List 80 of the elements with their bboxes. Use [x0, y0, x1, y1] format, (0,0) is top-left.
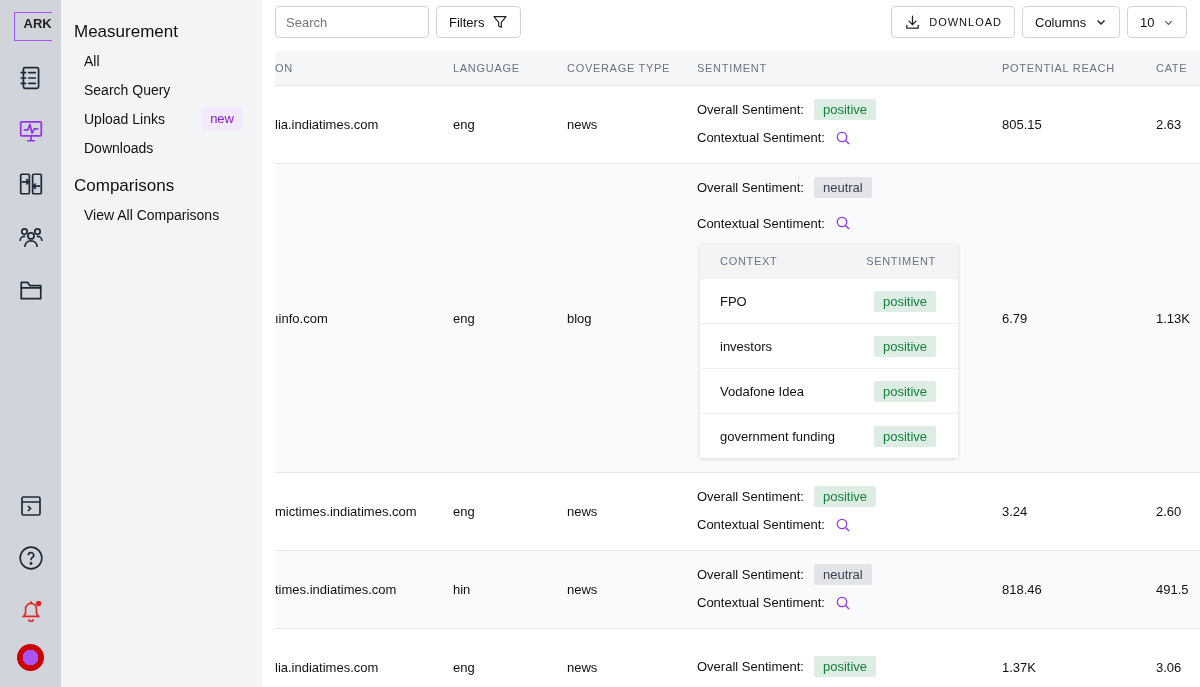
sentiment-label: Contextual Sentiment:	[697, 517, 825, 532]
sentiment-tag: positive	[813, 656, 876, 677]
logo[interactable]: ARK	[13, 12, 52, 41]
table-cell: FPO	[720, 293, 747, 309]
column-header: CATE	[1156, 62, 1189, 74]
nav-link[interactable]: View All Comparisons	[84, 206, 220, 223]
sentiment-label: Overall Sentiment:	[697, 567, 804, 582]
filter-icon	[492, 14, 509, 30]
sentiment-tag: positive	[873, 425, 936, 447]
table-cell-text: 1.37K	[1002, 660, 1037, 675]
sentiment-label: Contextual Sentiment:	[697, 215, 825, 231]
table-cell-text: 3.06	[1156, 660, 1183, 675]
nav-link[interactable]: All	[84, 52, 100, 69]
download-icon	[904, 13, 922, 31]
table-cell-text: 818.46	[1002, 582, 1043, 597]
compare-arrows-icon[interactable]	[17, 171, 44, 197]
help-icon[interactable]	[17, 545, 44, 571]
sentiment-tag: positive	[873, 290, 936, 312]
download-button[interactable]: DOWNLOAD	[891, 6, 1015, 38]
table-cell-text: times.indiatimes.com	[275, 582, 398, 597]
sentiment-label: Overall Sentiment:	[697, 659, 804, 674]
page-size-dropdown[interactable]: 10	[1127, 6, 1187, 38]
column-header: COVERAGE TYPE	[567, 62, 672, 74]
sentiment-label: Overall Sentiment:	[697, 102, 804, 117]
columns-dropdown[interactable]: Columns	[1022, 6, 1120, 38]
section-heading: Comparisons	[74, 176, 176, 196]
sentiment-tag: neutral	[813, 564, 872, 585]
filters-button[interactable]: Filters	[436, 6, 522, 38]
table-cell-text: eng	[453, 660, 476, 675]
monitor-chart-icon[interactable]	[17, 118, 44, 144]
avatar[interactable]	[17, 644, 44, 671]
table-cell: Vodafone Idea	[720, 383, 804, 399]
table-cell-text: news	[567, 660, 599, 675]
nav-link[interactable]: Search Query	[84, 81, 171, 98]
nav-link[interactable]: Downloads	[84, 139, 154, 156]
table-cell-text: 2.60	[1156, 504, 1183, 519]
table-cell-text: mictimes.indiatimes.com	[275, 504, 418, 519]
table-cell-text: 805.15	[1002, 117, 1043, 132]
sentiment-tag: positive	[873, 335, 936, 357]
table-cell-text: 491.5	[1156, 582, 1190, 597]
sentiment-label: Overall Sentiment:	[697, 179, 804, 195]
terminal-window-icon[interactable]	[18, 494, 43, 518]
table-cell: government funding	[720, 428, 835, 444]
sentiment-tag: neutral	[813, 176, 872, 198]
search-icon[interactable]	[834, 129, 851, 146]
table-cell: investors	[720, 338, 773, 354]
table-cell-text: lia.indiatimes.com	[275, 660, 380, 675]
table-cell-text: news	[567, 117, 599, 132]
table-cell-text: 1.13K	[1156, 310, 1191, 326]
search-icon[interactable]	[834, 594, 851, 611]
table-cell-text: blog	[567, 310, 593, 326]
search-icon[interactable]	[834, 215, 851, 231]
table-cell-text: 3.24	[1002, 504, 1029, 519]
table-cell-text: eng	[453, 117, 476, 132]
search-icon[interactable]	[834, 516, 851, 533]
column-header: SENTIMENT	[866, 255, 936, 267]
sentiment-label: Contextual Sentiment:	[697, 130, 825, 145]
nav-link[interactable]: Upload Links	[84, 110, 165, 127]
search-field[interactable]: Search	[275, 6, 429, 38]
table-cell-text: hin	[453, 582, 472, 597]
section-heading: Measurement	[74, 22, 179, 42]
table-cell-text: lia.indiatimes.com	[275, 117, 380, 132]
table-cell-text: eng	[453, 504, 476, 519]
table-cell-text: 2.63	[1156, 117, 1183, 132]
sentiment-tag: positive	[873, 380, 936, 402]
column-header: CONTEXT	[720, 255, 778, 267]
table-cell-text: ıinfo.com	[275, 310, 329, 326]
column-header: POTENTIAL REACH	[1002, 62, 1116, 74]
table-cell-text: news	[567, 582, 599, 597]
column-header: LANGUAGE	[453, 62, 521, 74]
sentiment-label: Contextual Sentiment:	[697, 595, 825, 610]
column-header: ON	[275, 62, 294, 74]
sentiment-label: Overall Sentiment:	[697, 489, 804, 504]
table-cell-text: eng	[453, 310, 476, 326]
column-header: SENTIMENT	[697, 62, 768, 74]
sentiment-tag: positive	[813, 486, 876, 507]
table-cell-text: news	[567, 504, 599, 519]
table-cell-text: 6.79	[1002, 310, 1029, 326]
new-badge: new	[202, 107, 242, 130]
sentiment-tag: positive	[813, 99, 876, 120]
